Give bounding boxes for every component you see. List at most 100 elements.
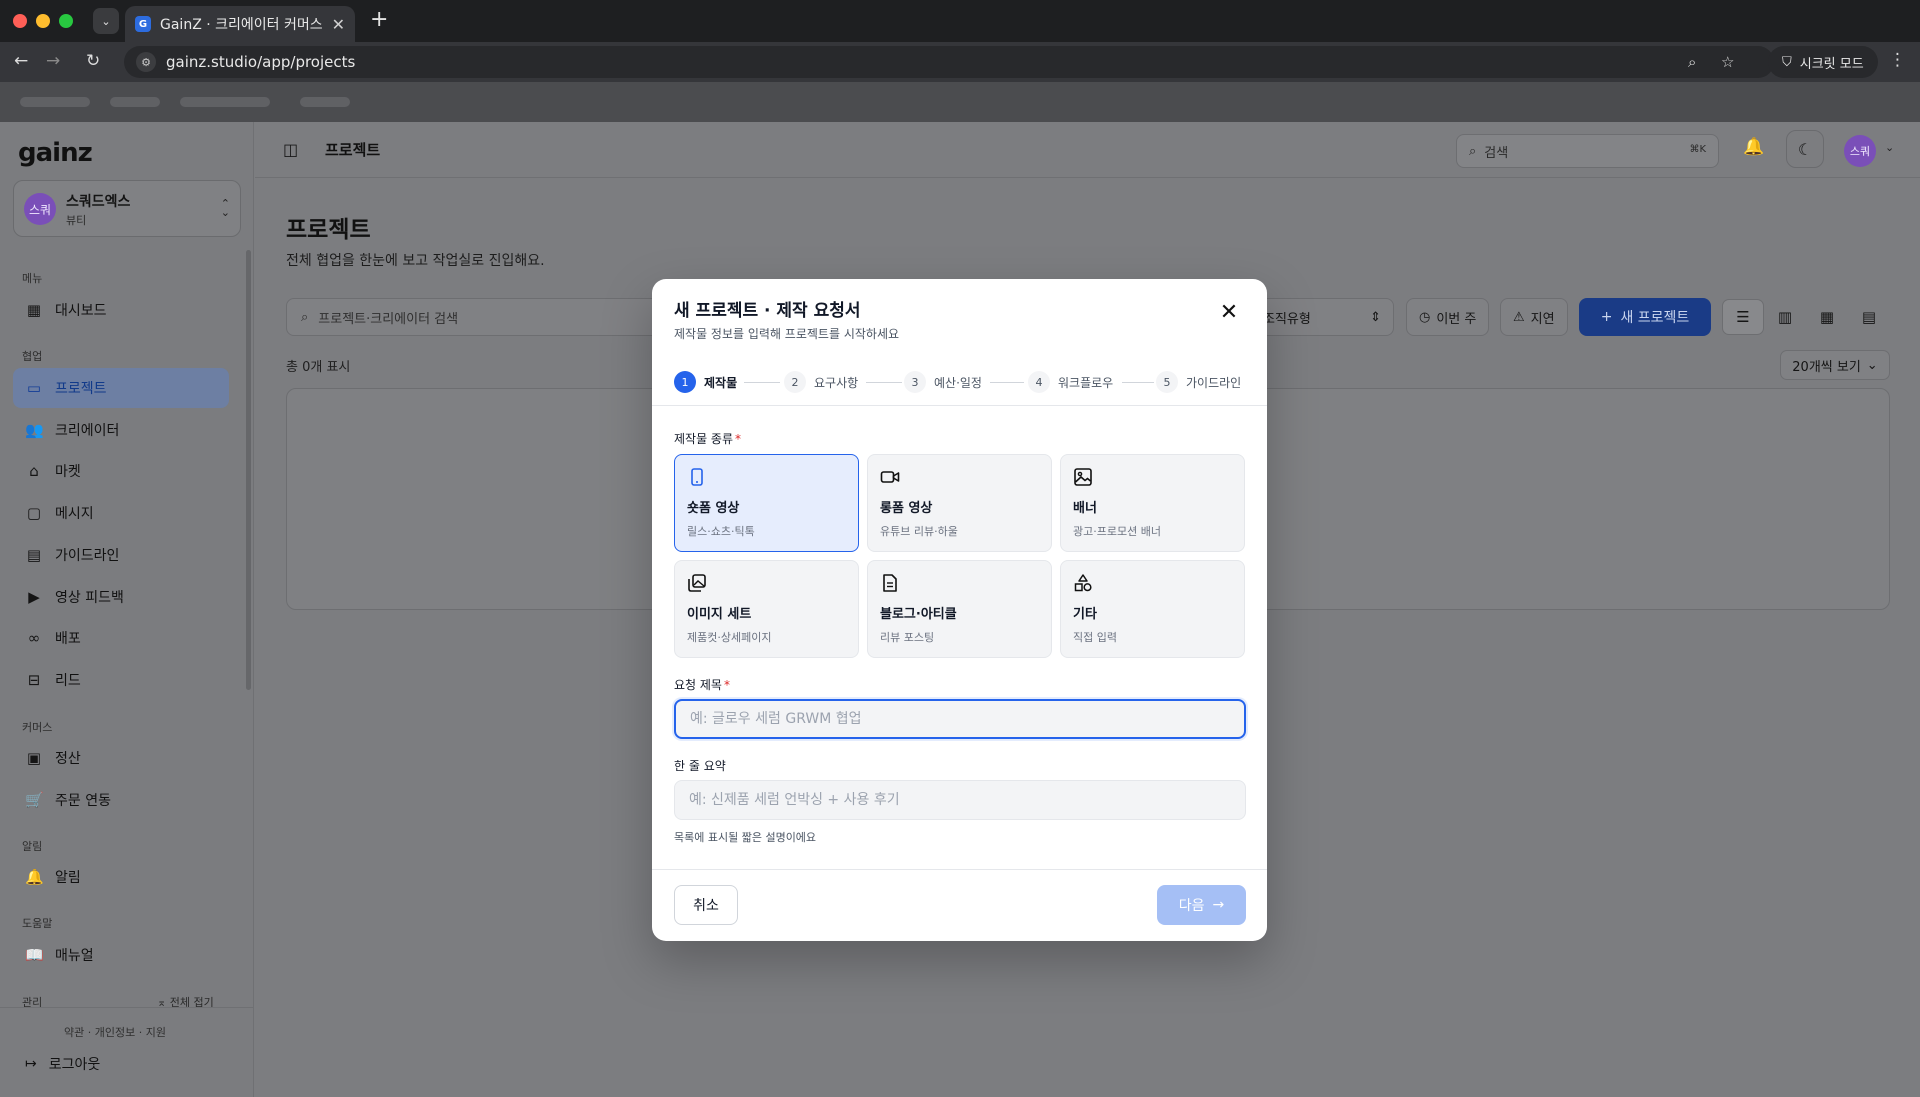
favicon-icon: G — [135, 16, 151, 32]
sidebar-item-settlement[interactable]: ▣ 정산 — [13, 738, 229, 778]
global-search-input[interactable]: ⌕ 검색 ⌘K — [1456, 134, 1719, 168]
site-settings-icon[interactable]: ⚙ — [136, 52, 156, 72]
sidebar-item-leads[interactable]: ⊟ 리드 — [13, 660, 229, 700]
blurred-banner — [0, 82, 1920, 122]
workspace-switcher[interactable]: 스쿼 스쿼드엑스 뷰티 ⌃ ⌄ — [13, 180, 241, 237]
modal-footer-divider — [652, 869, 1267, 870]
search-icon: ⌕ — [1469, 143, 1477, 159]
type-card-sub: 제품컷·상세페이지 — [687, 631, 772, 644]
step-2[interactable]: 2 요구사항 — [784, 371, 858, 393]
sidebar-toggle-icon[interactable]: ◫ — [283, 140, 298, 159]
list-view-icon[interactable]: ☰ — [1722, 299, 1764, 335]
sidebar-item-projects[interactable]: ▭ 프로젝트 — [13, 368, 229, 408]
step-number: 1 — [674, 371, 696, 393]
theme-toggle-button[interactable]: ☾ — [1786, 130, 1824, 168]
logout-button[interactable]: ↦ 로그아웃 — [25, 1054, 100, 1074]
type-card-other[interactable]: 기타 직접 입력 — [1060, 560, 1245, 658]
close-icon[interactable]: ✕ — [1214, 297, 1244, 327]
sidebar-item-manual[interactable]: 📖 매뉴얼 — [13, 935, 229, 975]
view-switcher: ☰ ▥ ▦ ▤ — [1722, 298, 1890, 336]
type-card-banner[interactable]: 배너 광고·프로모션 배너 — [1060, 454, 1245, 552]
step-number: 5 — [1156, 371, 1178, 393]
sidebar-item-orders[interactable]: 🛒 주문 연동 — [13, 780, 229, 820]
type-card-blog[interactable]: 블로그·아티클 리뷰 포스팅 — [867, 560, 1052, 658]
sidebar-item-label: 대시보드 — [55, 303, 107, 319]
title-field-label: 요청 제목 * — [674, 676, 730, 693]
type-card-longform[interactable]: 롱폼 영상 유튜브 리뷰·하울 — [867, 454, 1052, 552]
notification-bell-icon[interactable]: 🔔 — [1743, 137, 1764, 157]
next-button[interactable]: 다음 → — [1157, 885, 1246, 925]
logout-icon: ↦ — [25, 1056, 37, 1072]
sidebar-item-distribution[interactable]: ∞ 배포 — [13, 618, 229, 658]
window-minimize-button[interactable] — [36, 14, 50, 28]
delayed-filter[interactable]: ⚠ 지연 — [1500, 298, 1568, 336]
sidebar-item-notifications[interactable]: 🔔 알림 — [13, 857, 229, 897]
address-bar[interactable]: ⚙ gainz.studio/app/projects ⌕ ☆ — [124, 46, 1774, 78]
project-search-input[interactable]: ⌕ 프로젝트·크리에이터 검색 — [286, 298, 706, 336]
search-icon: ⌕ — [301, 309, 309, 325]
step-4[interactable]: 4 워크플로우 — [1028, 371, 1113, 393]
step-3[interactable]: 3 예산·일정 — [904, 371, 982, 393]
reload-icon[interactable]: ↻ — [86, 51, 100, 71]
this-week-label: 이번 주 — [1436, 311, 1477, 327]
type-card-title: 숏폼 영상 — [687, 501, 740, 516]
sidebar-item-messages[interactable]: ▢ 메시지 — [13, 493, 229, 533]
wallet-icon: ▣ — [26, 749, 42, 767]
user-avatar[interactable]: 스쿼 — [1844, 135, 1876, 167]
bookmark-star-icon[interactable]: ☆ — [1721, 53, 1734, 71]
step-5[interactable]: 5 가이드라인 — [1156, 371, 1241, 393]
new-tab-plus-icon[interactable]: + — [370, 9, 388, 31]
sidebar: gainz 스쿼 스쿼드엑스 뷰티 ⌃ ⌄ 메뉴 ▦ 대시보드 협업 ▭ 프로젝트… — [0, 122, 254, 1097]
sidebar-scrollbar[interactable] — [246, 250, 251, 690]
type-card-image-set[interactable]: 이미지 세트 제품컷·상세페이지 — [674, 560, 859, 658]
book-icon: 📖 — [25, 946, 44, 964]
step-connector — [1122, 382, 1154, 383]
app-logo[interactable]: gainz — [18, 138, 93, 168]
blur-placeholder — [180, 97, 270, 107]
summary-input[interactable] — [674, 780, 1246, 820]
zoom-icon[interactable]: ⌕ — [1688, 53, 1696, 71]
request-title-input[interactable] — [674, 699, 1246, 739]
org-type-select[interactable]: 조직유형 ⇕ — [1250, 298, 1394, 336]
sidebar-item-creators[interactable]: 👥 크리에이터 — [13, 410, 229, 450]
footer-links[interactable]: 약관 · 개인정보 · 지원 — [64, 1024, 166, 1040]
sidebar-item-dashboard[interactable]: ▦ 대시보드 — [13, 290, 229, 330]
store-icon: ⌂ — [29, 462, 39, 480]
browser-menu-icon[interactable]: ⋮ — [1889, 50, 1906, 70]
sidebar-item-label: 영상 피드백 — [55, 590, 124, 606]
chevron-up-down-icon: ⇕ — [1370, 309, 1381, 325]
type-card-sub: 릴스·쇼츠·틱톡 — [687, 525, 755, 538]
sidebar-item-label: 알림 — [55, 870, 81, 886]
browser-tab-active[interactable]: G GainZ · 크리에이터 커머스 협업 OS ✕ — [125, 6, 355, 42]
incognito-badge[interactable]: ⛉ 시크릿 모드 — [1768, 46, 1878, 78]
plus-icon: + — [1600, 309, 1613, 325]
browser-tab-strip: ⌄ G GainZ · 크리에이터 커머스 협업 OS ✕ + — [0, 0, 1920, 42]
moon-icon: ☾ — [1797, 139, 1813, 159]
chevron-down-icon[interactable]: ⌄ — [1885, 141, 1894, 154]
columns-view-icon[interactable]: ▥ — [1764, 299, 1806, 335]
sidebar-item-guidelines[interactable]: ▤ 가이드라인 — [13, 535, 229, 575]
calendar-view-icon[interactable]: ▤ — [1848, 299, 1890, 335]
this-week-filter[interactable]: ◷ 이번 주 — [1406, 298, 1490, 336]
window-close-button[interactable] — [13, 14, 27, 28]
back-arrow-icon[interactable]: ← — [14, 51, 28, 71]
step-1[interactable]: 1 제작물 — [674, 371, 737, 393]
forward-arrow-icon[interactable]: → — [46, 51, 60, 71]
cancel-button[interactable]: 취소 — [674, 885, 738, 925]
step-label: 제작물 — [704, 375, 738, 390]
grid-view-icon[interactable]: ▦ — [1806, 299, 1848, 335]
type-card-shortform[interactable]: 숏폼 영상 릴스·쇼츠·틱톡 — [674, 454, 859, 552]
inbox-icon: ⊟ — [27, 671, 41, 689]
new-project-button[interactable]: + 새 프로젝트 — [1579, 298, 1711, 336]
window-maximize-button[interactable] — [59, 14, 73, 28]
phone-icon — [691, 468, 703, 486]
tab-close-icon[interactable]: ✕ — [332, 15, 345, 34]
link-icon: ∞ — [27, 629, 41, 647]
per-page-select[interactable]: 20개씩 보기 ⌄ — [1780, 350, 1890, 380]
sidebar-item-video-feedback[interactable]: ▶ 영상 피드백 — [13, 577, 229, 617]
sidebar-item-market[interactable]: ⌂ 마켓 — [13, 451, 229, 491]
type-label-text: 제작물 종류 — [674, 432, 734, 446]
step-label: 워크플로우 — [1058, 375, 1114, 390]
images-icon — [688, 574, 706, 592]
tab-search-chevron-icon[interactable]: ⌄ — [93, 8, 119, 34]
